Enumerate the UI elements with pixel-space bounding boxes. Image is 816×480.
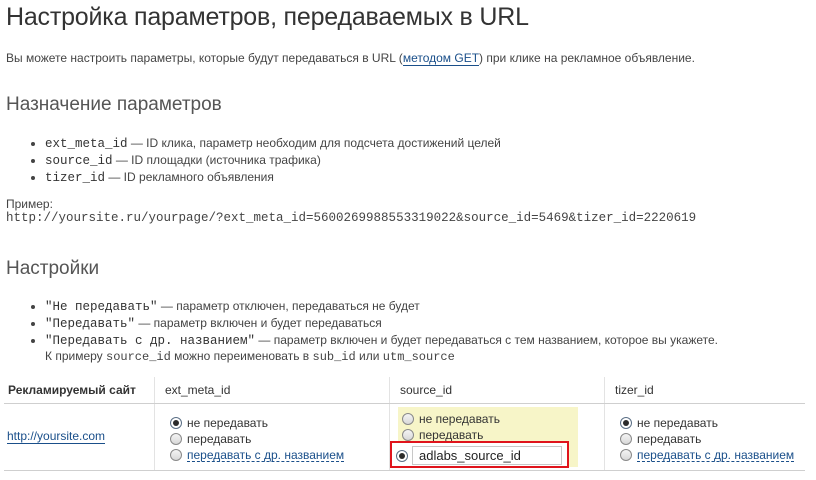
setting-desc: — параметр включен и будет передаваться: [135, 316, 382, 330]
ext-meta-id-cell: не передавать передавать передавать с др…: [154, 403, 390, 471]
col-header-site: Рекламируемый сайт: [4, 377, 155, 404]
param-desc: — ID клика, параметр необходим для подсч…: [127, 136, 501, 150]
option-label[interactable]: передавать с др. названием: [637, 449, 795, 462]
settings-table: Рекламируемый сайт ext_meta_id source_id…: [4, 377, 805, 471]
option-label[interactable]: передавать с др. названием: [187, 449, 345, 462]
ext-meta-id-option-rename[interactable]: передавать с др. названием: [170, 447, 389, 463]
source-id-cell: не передавать передавать: [389, 403, 605, 471]
params-list: ext_meta_id — ID клика, параметр необход…: [30, 135, 501, 186]
intro-text: Вы можете настроить параметры, которые б…: [6, 51, 695, 66]
param-item-source-id: source_id — ID площадки (источника трафи…: [45, 152, 501, 169]
radio-icon[interactable]: [170, 449, 182, 461]
example-url: http://yoursite.ru/yourpage/?ext_meta_id…: [6, 211, 697, 225]
page-title: Настройка параметров, передаваемых в URL: [6, 3, 529, 31]
note-code: utm_source: [382, 350, 455, 364]
setting-code: "Не передавать": [45, 300, 158, 314]
source-id-rename-frame: [390, 441, 569, 468]
col-header-source-id: source_id: [389, 377, 605, 404]
rename-example-note: К примеру source_id можно переименовать …: [45, 349, 455, 364]
source-id-option-dont-pass[interactable]: не передавать: [402, 411, 500, 427]
intro-after: ) при клике на рекламное объявление.: [479, 51, 695, 65]
settings-list: "Не передавать" — параметр отключен, пер…: [30, 298, 718, 349]
params-heading: Назначение параметров: [6, 94, 222, 115]
note-or: или: [355, 349, 383, 363]
note-mid: можно переименовать в: [170, 349, 313, 363]
intro-before: Вы можете настроить параметры, которые б…: [6, 51, 403, 65]
setting-item-pass-renamed: "Передавать с др. названием" — параметр …: [45, 332, 718, 349]
param-item-ext-meta-id: ext_meta_id — ID клика, параметр необход…: [45, 135, 501, 152]
setting-desc: — параметр включен и будет передаваться …: [255, 333, 719, 347]
site-cell: http://yoursite.com: [4, 403, 155, 471]
setting-code: "Передавать": [45, 317, 136, 331]
param-code: ext_meta_id: [45, 137, 128, 151]
get-method-link[interactable]: методом GET: [402, 51, 480, 66]
ext-meta-id-options: не передавать передавать передавать с др…: [170, 415, 389, 463]
param-code: tizer_id: [45, 171, 106, 185]
source-id-options: не передавать передавать: [402, 411, 500, 443]
radio-checked-icon[interactable]: [170, 417, 182, 429]
param-desc: — ID рекламного объявления: [105, 170, 274, 184]
radio-icon[interactable]: [402, 413, 414, 425]
note-code: source_id: [106, 350, 171, 364]
note-code: sub_id: [312, 350, 356, 364]
option-label: не передавать: [419, 412, 500, 426]
col-header-tizer-id: tizer_id: [604, 377, 805, 404]
option-label: передавать: [187, 432, 252, 446]
option-label: передавать: [637, 432, 702, 446]
param-code: source_id: [45, 154, 113, 168]
table-header-row: Рекламируемый сайт ext_meta_id source_id…: [4, 377, 805, 404]
radio-icon[interactable]: [170, 433, 182, 445]
setting-code: "Передавать с др. названием": [45, 334, 256, 348]
radio-icon[interactable]: [620, 449, 632, 461]
radio-icon[interactable]: [402, 429, 414, 441]
col-header-ext-meta-id: ext_meta_id: [154, 377, 390, 404]
radio-checked-icon[interactable]: [620, 417, 632, 429]
ext-meta-id-option-pass[interactable]: передавать: [170, 431, 389, 447]
site-link[interactable]: http://yoursite.com: [7, 430, 106, 444]
source-id-custom-name-input[interactable]: [412, 446, 562, 465]
param-desc: — ID площадки (источника трафика): [112, 153, 321, 167]
setting-item-dont-pass: "Не передавать" — параметр отключен, пер…: [45, 298, 718, 315]
tizer-id-cell: не передавать передавать передавать с др…: [604, 403, 805, 471]
radio-checked-icon[interactable]: [396, 450, 408, 462]
setting-item-pass: "Передавать" — параметр включен и будет …: [45, 315, 718, 332]
param-item-tizer-id: tizer_id — ID рекламного объявления: [45, 169, 501, 186]
radio-icon[interactable]: [620, 433, 632, 445]
setting-desc: — параметр отключен, передаваться не буд…: [157, 299, 420, 313]
note-prefix: К примеру: [45, 349, 106, 363]
ext-meta-id-option-dont-pass[interactable]: не передавать: [170, 415, 389, 431]
option-label: не передавать: [637, 416, 718, 430]
settings-heading: Настройки: [6, 258, 100, 279]
tizer-id-options: не передавать передавать передавать с др…: [620, 415, 805, 463]
table-row: http://yoursite.com не передавать переда…: [4, 403, 805, 471]
option-label: передавать: [419, 428, 484, 442]
source-id-highlight: не передавать передавать: [390, 407, 578, 468]
option-label: не передавать: [187, 416, 268, 430]
tizer-id-option-dont-pass[interactable]: не передавать: [620, 415, 805, 431]
example-label: Пример:: [6, 197, 53, 211]
tizer-id-option-pass[interactable]: передавать: [620, 431, 805, 447]
tizer-id-option-rename[interactable]: передавать с др. названием: [620, 447, 805, 463]
